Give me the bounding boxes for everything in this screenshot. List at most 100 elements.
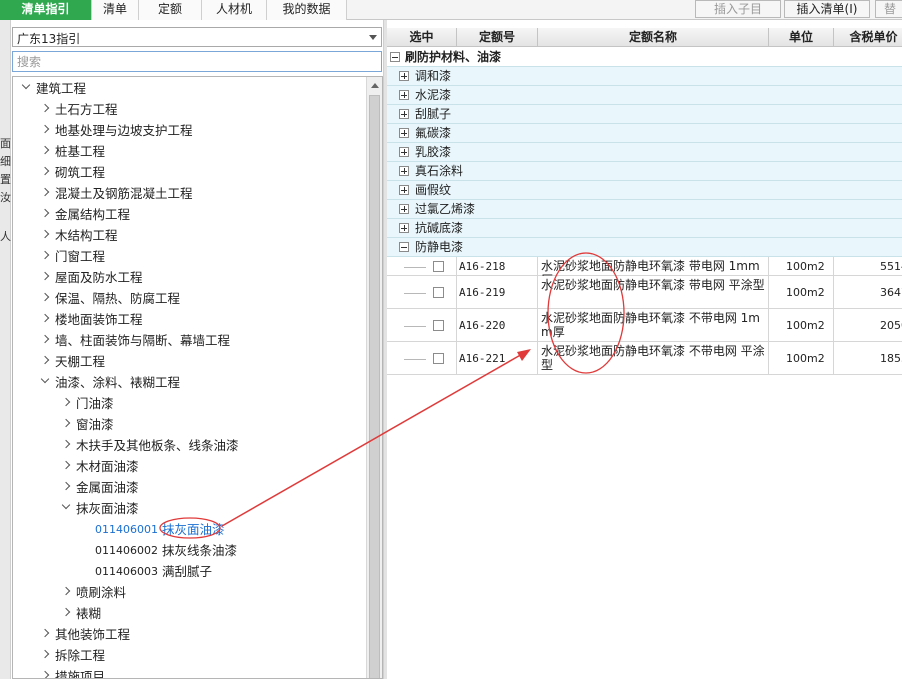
grid-group-row[interactable]: 乳胶漆 xyxy=(387,143,902,162)
tree-item[interactable]: 保温、隔热、防腐工程 xyxy=(13,288,365,309)
tab-quota[interactable]: 定额 xyxy=(139,0,202,20)
chevron-right-icon[interactable] xyxy=(40,271,50,281)
chevron-right-icon[interactable] xyxy=(40,313,50,323)
chevron-down-icon[interactable] xyxy=(61,500,71,510)
tree-item[interactable]: 抹灰面油漆 xyxy=(13,498,365,519)
tree-item[interactable]: 裱糊 xyxy=(13,603,365,624)
collapse-icon[interactable] xyxy=(399,242,409,252)
chevron-right-icon[interactable] xyxy=(61,397,71,407)
grid-group-row[interactable]: 过氯乙烯漆 xyxy=(387,200,902,219)
tree-item[interactable]: 011406003 满刮腻子 xyxy=(13,561,365,582)
chevron-right-icon[interactable] xyxy=(40,355,50,365)
expand-icon[interactable] xyxy=(399,90,409,100)
select-checkbox[interactable] xyxy=(433,353,444,364)
chevron-right-icon[interactable] xyxy=(40,103,50,113)
tree-item[interactable]: 金属结构工程 xyxy=(13,204,365,225)
quota-row[interactable]: A16-221 水泥砂浆地面防静电环氧漆 不带电网 平涂型 100m2 1855 xyxy=(387,342,902,375)
insert-child-button[interactable]: 插入子目 xyxy=(695,0,781,18)
header-tax-price[interactable]: 含税单价 xyxy=(834,28,902,47)
tree-item[interactable]: 门窗工程 xyxy=(13,246,365,267)
quota-row[interactable]: A16-218水泥砂浆地面防静电环氧漆 带电网 1mm厚100m25514 xyxy=(387,257,902,287)
search-input[interactable] xyxy=(12,51,382,72)
quota-row[interactable]: A16-220 水泥砂浆地面防静电环氧漆 不带电网 1mm厚 100m2 2050 xyxy=(387,309,902,342)
grid-group-row[interactable]: 防静电漆 xyxy=(387,238,902,257)
chevron-right-icon[interactable] xyxy=(61,586,71,596)
header-unit[interactable]: 单位 xyxy=(769,28,834,47)
tree-item[interactable]: 墙、柱面装饰与隔断、幕墙工程 xyxy=(13,330,365,351)
grid-group-row[interactable]: 抗碱底漆 xyxy=(387,219,902,238)
chevron-right-icon[interactable] xyxy=(40,145,50,155)
header-select[interactable]: 选中 xyxy=(387,28,457,47)
grid-group-row[interactable]: 刮腻子 xyxy=(387,105,902,124)
chevron-right-icon[interactable] xyxy=(40,334,50,344)
tree-item[interactable]: 拆除工程 xyxy=(13,645,365,666)
chevron-right-icon[interactable] xyxy=(40,124,50,134)
tree-item[interactable]: 楼地面装饰工程 xyxy=(13,309,365,330)
grid-group-top[interactable]: 刷防护材料、油漆 xyxy=(387,48,902,67)
header-quota-name[interactable]: 定额名称 xyxy=(538,28,769,47)
tab-list[interactable]: 清单 xyxy=(92,0,139,20)
select-checkbox[interactable] xyxy=(433,320,444,331)
tab-labor-material-machine[interactable]: 人材机 xyxy=(202,0,267,20)
grid-group-row[interactable]: 画假纹 xyxy=(387,181,902,200)
expand-icon[interactable] xyxy=(399,204,409,214)
guide-region-select[interactable]: 广东13指引 xyxy=(12,27,382,47)
tree-item[interactable]: 地基处理与边坡支护工程 xyxy=(13,120,365,141)
tree-item[interactable]: 天棚工程 xyxy=(13,351,365,372)
tree-item[interactable]: 桩基工程 xyxy=(13,141,365,162)
scrollbar-thumb[interactable] xyxy=(369,95,380,678)
replace-button[interactable]: 替 xyxy=(875,0,902,18)
tree-item[interactable]: 喷刷涂料 xyxy=(13,582,365,603)
chevron-right-icon[interactable] xyxy=(40,250,50,260)
grid-group-row[interactable]: 调和漆 xyxy=(387,67,902,86)
tree-item[interactable]: 木结构工程 xyxy=(13,225,365,246)
scroll-up-arrow-icon[interactable] xyxy=(371,83,379,88)
grid-group-row[interactable]: 真石涂料 xyxy=(387,162,902,181)
expand-icon[interactable] xyxy=(399,128,409,138)
chevron-down-icon[interactable] xyxy=(40,374,50,384)
tree-item[interactable]: 011406001 抹灰面油漆 xyxy=(13,519,365,540)
select-checkbox[interactable] xyxy=(433,287,444,298)
chevron-right-icon[interactable] xyxy=(40,292,50,302)
tree-item[interactable]: 建筑工程 xyxy=(13,78,365,99)
insert-list-button[interactable]: 插入清单(I) xyxy=(784,0,870,18)
tree-item[interactable]: 屋面及防水工程 xyxy=(13,267,365,288)
expand-icon[interactable] xyxy=(399,71,409,81)
quota-row[interactable]: A16-219 水泥砂浆地面防静电环氧漆 带电网 平涂型 100m2 3647 xyxy=(387,276,902,309)
tree-item[interactable]: 木材面油漆 xyxy=(13,456,365,477)
tree-item[interactable]: 砌筑工程 xyxy=(13,162,365,183)
chevron-right-icon[interactable] xyxy=(40,166,50,176)
collapse-icon[interactable] xyxy=(390,52,400,62)
chevron-right-icon[interactable] xyxy=(40,208,50,218)
tree-item[interactable]: 窗油漆 xyxy=(13,414,365,435)
chevron-right-icon[interactable] xyxy=(40,670,50,678)
tree-item[interactable]: 油漆、涂料、裱糊工程 xyxy=(13,372,365,393)
tree-item[interactable]: 011406002 抹灰线条油漆 xyxy=(13,540,365,561)
tree-item[interactable]: 金属面油漆 xyxy=(13,477,365,498)
chevron-right-icon[interactable] xyxy=(40,229,50,239)
chevron-right-icon[interactable] xyxy=(40,649,50,659)
chevron-right-icon[interactable] xyxy=(40,187,50,197)
expand-icon[interactable] xyxy=(399,147,409,157)
header-quota-code[interactable]: 定额号 xyxy=(457,28,538,47)
chevron-right-icon[interactable] xyxy=(61,460,71,470)
tree-item[interactable]: 土石方工程 xyxy=(13,99,365,120)
grid-group-row[interactable]: 水泥漆 xyxy=(387,86,902,105)
expand-icon[interactable] xyxy=(399,185,409,195)
tree-item[interactable]: 木扶手及其他板条、线条油漆 xyxy=(13,435,365,456)
expand-icon[interactable] xyxy=(399,109,409,119)
tab-my-data[interactable]: 我的数据 xyxy=(267,0,347,20)
grid-group-row[interactable]: 氟碳漆 xyxy=(387,124,902,143)
chevron-right-icon[interactable] xyxy=(61,439,71,449)
tree-item[interactable]: 其他装饰工程 xyxy=(13,624,365,645)
chevron-right-icon[interactable] xyxy=(40,628,50,638)
chevron-right-icon[interactable] xyxy=(61,418,71,428)
tree-item[interactable]: 措施项目 xyxy=(13,666,365,678)
chevron-right-icon[interactable] xyxy=(61,607,71,617)
expand-icon[interactable] xyxy=(399,166,409,176)
select-checkbox[interactable] xyxy=(433,261,444,272)
tree-item[interactable]: 混凝土及钢筋混凝土工程 xyxy=(13,183,365,204)
tree-scrollbar[interactable] xyxy=(366,77,382,678)
expand-icon[interactable] xyxy=(399,223,409,233)
chevron-right-icon[interactable] xyxy=(61,481,71,491)
